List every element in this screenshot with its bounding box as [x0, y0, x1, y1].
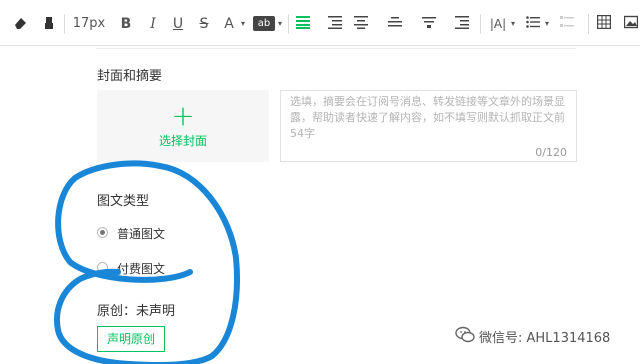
article-type-heading: 图文类型 [97, 194, 150, 209]
summary-placeholder: 选填，摘要会在订阅号消息、转发链接等文章外的场景显露，帮助读者快速了解内容，如不… [290, 95, 565, 140]
strikethrough-button[interactable]: S [194, 12, 214, 36]
letter-spacing-dropdown-icon[interactable]: ▾ [508, 12, 518, 36]
select-cover-button[interactable]: + 选择封面 [97, 90, 269, 162]
highlight-button[interactable]: ab [253, 16, 275, 31]
line-spacing-icon[interactable] [386, 12, 404, 36]
font-size-select[interactable]: 17px [70, 12, 108, 36]
radio-button[interactable] [97, 262, 108, 273]
radio-label: 付费图文 [117, 262, 166, 276]
editor-toolbar: 17px B I U S A ▾ ab ▾ |A| ▾ ▾ [0, 0, 640, 46]
image-icon[interactable] [622, 12, 640, 36]
paragraph-spacing-icon[interactable] [420, 12, 438, 36]
font-color-button[interactable]: A [219, 12, 239, 36]
add-icon: + [171, 99, 195, 132]
format-painter-icon[interactable] [38, 12, 60, 36]
toolbar-divider [588, 14, 589, 34]
highlight-dropdown-icon[interactable]: ▾ [275, 12, 285, 36]
table-icon[interactable] [595, 12, 613, 36]
align-left-icon[interactable] [294, 12, 312, 36]
font-color-dropdown-icon[interactable]: ▾ [238, 12, 248, 36]
hand-drawn-annotation-circle [54, 160, 240, 364]
select-cover-label: 选择封面 [158, 134, 207, 148]
wechat-icon [455, 326, 475, 343]
align-center-icon[interactable] [352, 12, 370, 36]
radio-label: 普通图文 [117, 227, 166, 241]
cover-summary-heading: 封面和摘要 [97, 69, 163, 84]
editor-content-divider [96, 48, 576, 49]
toolbar-divider [64, 14, 65, 34]
numbered-list-icon[interactable] [558, 12, 576, 36]
summary-textarea[interactable]: 选填，摘要会在订阅号消息、转发链接等文章外的场景显露，帮助读者快速了解内容，如不… [280, 90, 577, 162]
underline-button[interactable]: U [168, 12, 188, 36]
bold-button[interactable]: B [116, 12, 136, 36]
bullet-list-icon[interactable] [524, 12, 542, 36]
eraser-icon[interactable] [10, 12, 32, 36]
indent-icon[interactable] [453, 12, 471, 36]
original-status: 原创：未声明 [97, 304, 176, 319]
italic-button[interactable]: I [143, 12, 163, 36]
radio-button-checked[interactable] [97, 227, 108, 238]
letter-spacing-icon[interactable]: |A| [488, 12, 508, 36]
wechat-id-text: 微信号: AHL1314168 [479, 331, 611, 346]
declare-original-button[interactable]: 声明原创 [97, 326, 165, 352]
toolbar-divider [480, 14, 481, 34]
bullet-list-dropdown-icon[interactable]: ▾ [542, 12, 552, 36]
toolbar-divider [288, 14, 289, 34]
summary-char-counter: 0/120 [535, 146, 567, 159]
indent-left-icon[interactable] [326, 12, 344, 36]
